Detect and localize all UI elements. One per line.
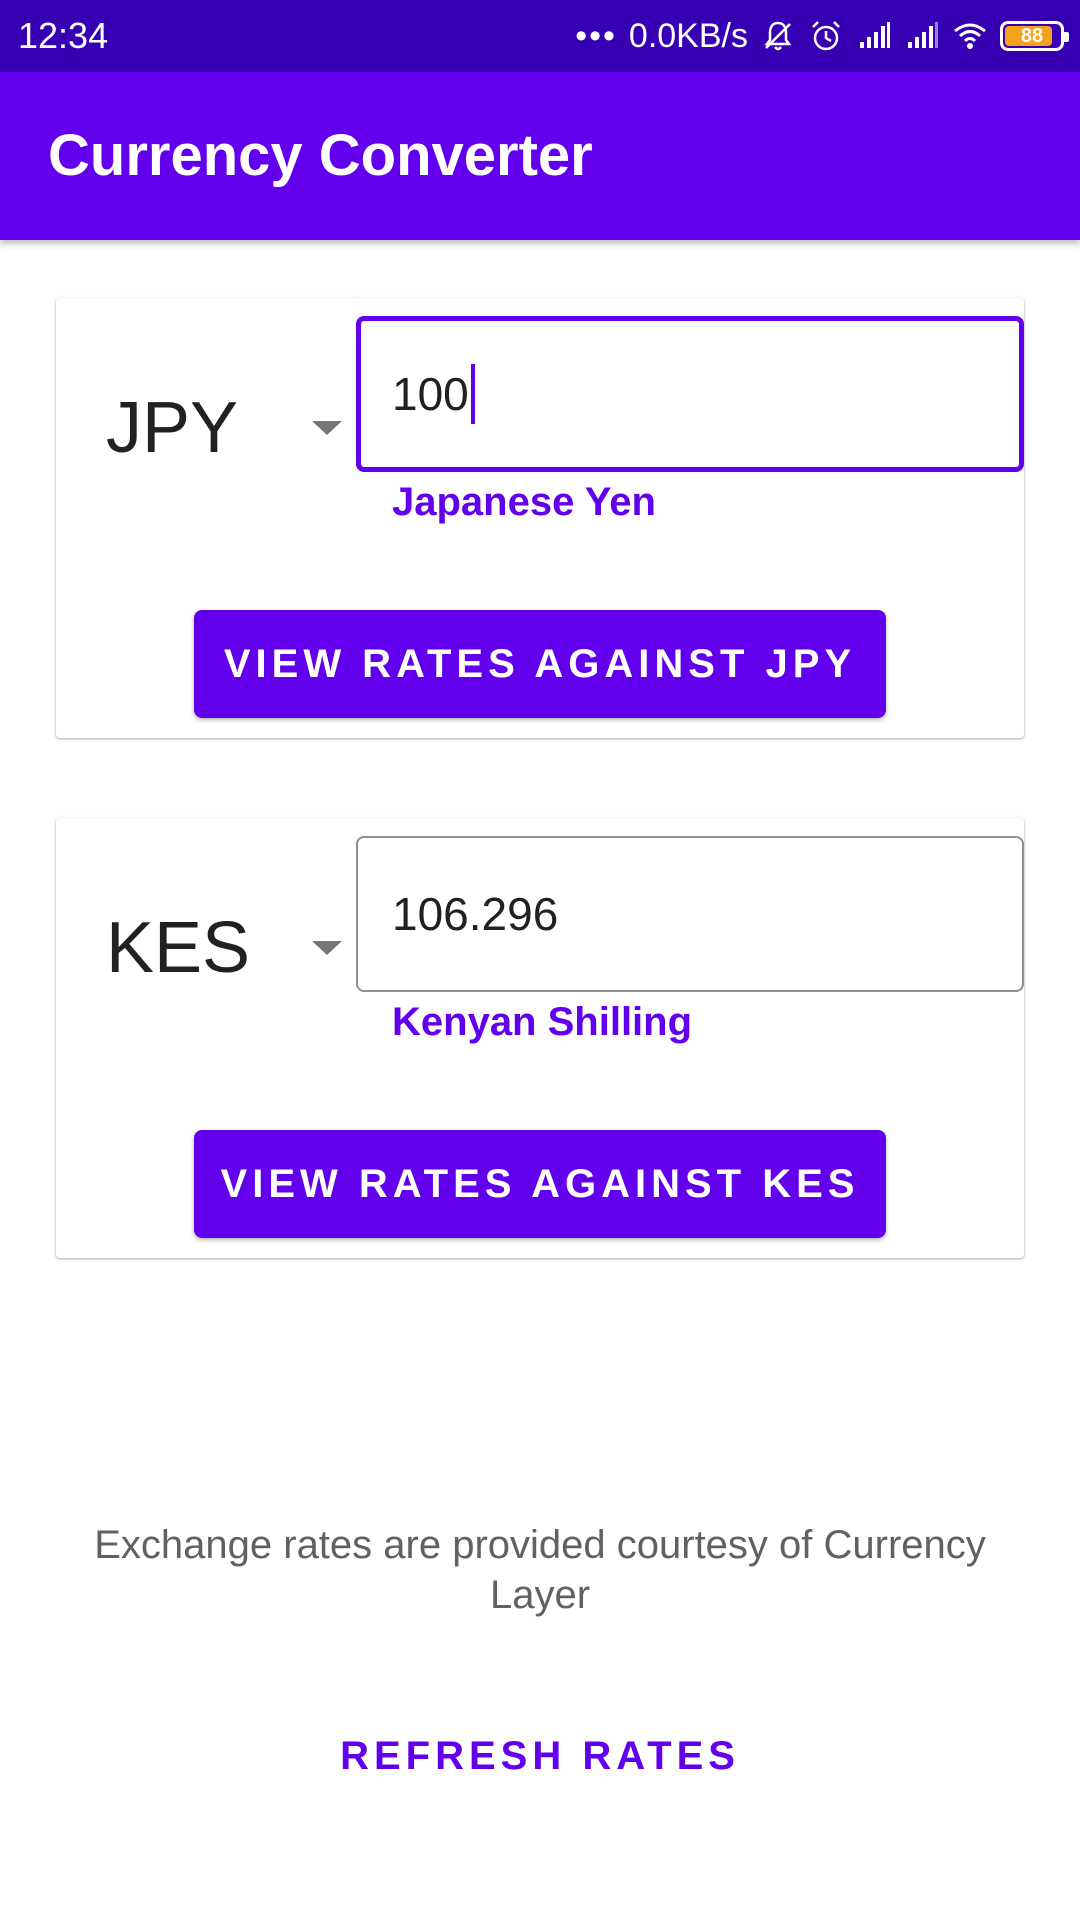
dropdown-arrow-icon xyxy=(312,941,342,955)
text-cursor xyxy=(470,364,475,424)
currency-dropdown[interactable]: KES xyxy=(106,898,346,998)
amount-input[interactable]: 100 xyxy=(356,316,1024,472)
more-notifications-icon: ••• xyxy=(575,17,617,55)
currency-name: Kenyan Shilling xyxy=(392,1000,693,1044)
attribution-text: Exchange rates are provided courtesy of … xyxy=(94,1523,986,1617)
battery-level: 88 xyxy=(1020,25,1044,47)
signal-icon xyxy=(908,22,938,48)
currency-code: JPY xyxy=(106,388,239,468)
battery-nub xyxy=(1064,32,1069,42)
refresh-rates-button[interactable]: REFRESH RATES xyxy=(330,1720,750,1792)
signal-icon xyxy=(860,22,890,48)
converter-card-target: KES 106.296 Kenyan Shilling VIEW RATES A… xyxy=(56,818,1024,1258)
amount-value: 100 xyxy=(392,368,469,420)
network-speed: 0.0KB/s xyxy=(628,17,748,55)
app-title: Currency Converter xyxy=(48,123,593,188)
wifi-icon xyxy=(954,23,986,49)
converter-card-source: JPY 100 Japanese Yen VIEW RATES AGAINST … xyxy=(56,298,1024,738)
dropdown-arrow-icon xyxy=(312,421,342,435)
status-bar: 12:34 ••• 0.0KB/s 88 xyxy=(0,0,1080,72)
status-time: 12:34 xyxy=(18,15,109,56)
status-icons: ••• 0.0KB/s 88 xyxy=(575,14,1069,58)
view-rates-button[interactable]: VIEW RATES AGAINST JPY xyxy=(194,610,886,718)
currency-code: KES xyxy=(106,908,251,988)
view-rates-button[interactable]: VIEW RATES AGAINST KES xyxy=(194,1130,886,1238)
currency-name: Japanese Yen xyxy=(392,480,656,524)
mute-notification-icon xyxy=(764,21,792,51)
amount-input[interactable]: 106.296 xyxy=(356,836,1024,992)
app-bar: Currency Converter xyxy=(0,72,1080,240)
amount-value: 106.296 xyxy=(392,888,559,940)
alarm-icon xyxy=(812,21,840,51)
battery-icon: 88 xyxy=(1000,21,1069,51)
currency-dropdown[interactable]: JPY xyxy=(106,378,346,478)
